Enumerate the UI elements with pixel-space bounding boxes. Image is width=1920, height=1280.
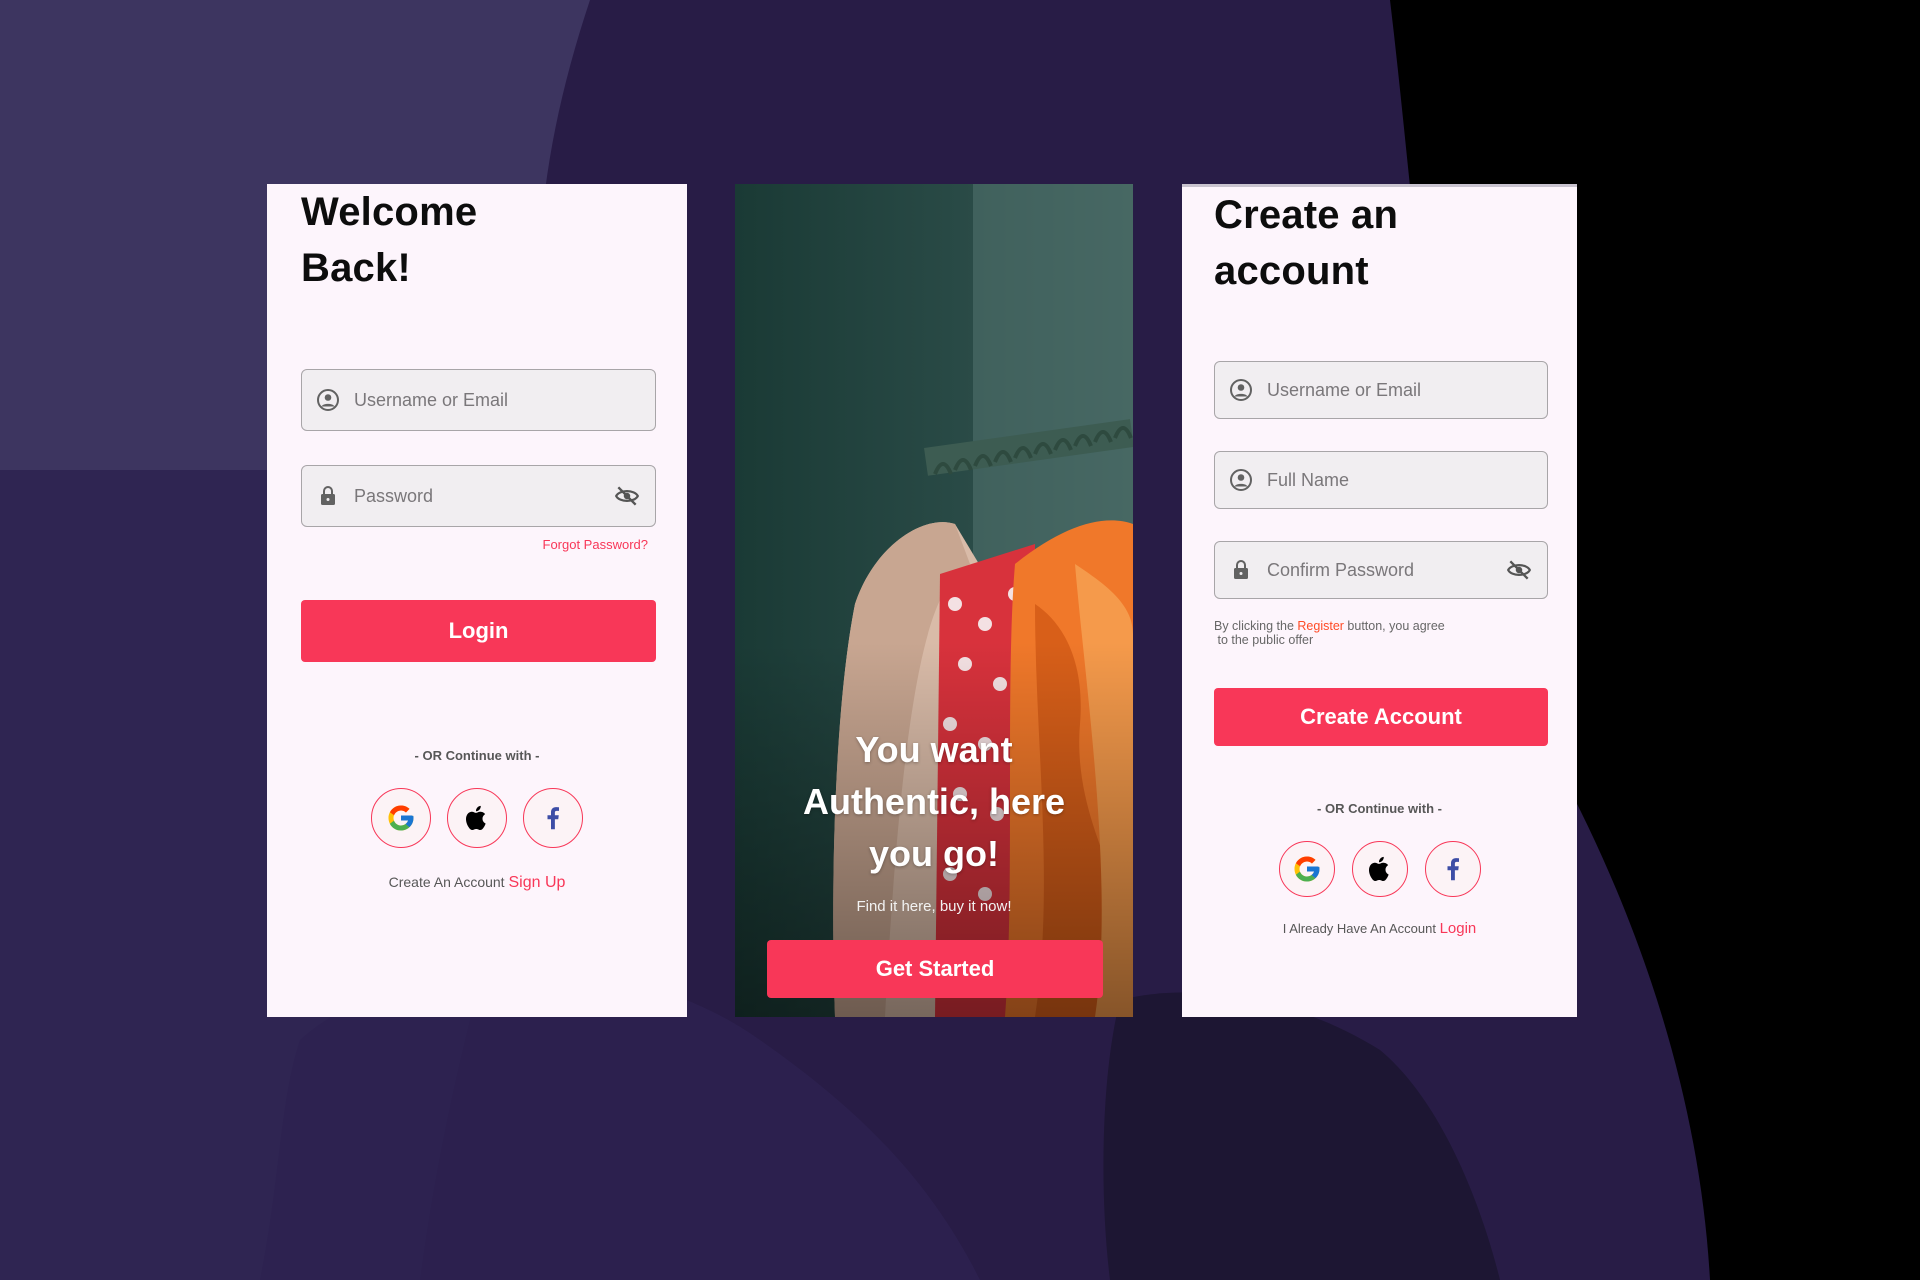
- fullname-input[interactable]: [1267, 452, 1547, 508]
- confirm-password-input[interactable]: [1267, 542, 1505, 598]
- terms-text-pre: By clicking the: [1214, 619, 1294, 633]
- confirm-password-field[interactable]: [1214, 541, 1548, 599]
- signup-prompt: Create An Account Sign Up: [267, 874, 687, 892]
- or-continue-label: - OR Continue with -: [414, 748, 540, 763]
- signup-prompt-text: Create An Account: [388, 874, 505, 890]
- social-login-group: [267, 788, 687, 848]
- apple-button[interactable]: [1351, 841, 1408, 897]
- eye-off-icon[interactable]: [1505, 556, 1533, 584]
- hero-line-3: you go!: [869, 833, 999, 874]
- google-icon: [1294, 856, 1319, 882]
- facebook-button[interactable]: [523, 788, 583, 848]
- create-account-button[interactable]: Create Account: [1214, 688, 1548, 746]
- login-prompt-text: I Already Have An Account: [1282, 921, 1436, 936]
- user-icon: [316, 388, 340, 412]
- lock-icon: [316, 484, 340, 508]
- lock-icon: [1229, 558, 1253, 582]
- get-started-button[interactable]: Get Started: [767, 940, 1103, 998]
- signup-link[interactable]: Sign Up: [508, 874, 565, 891]
- terms-text-line2: to the public offer: [1217, 633, 1314, 647]
- google-button[interactable]: [371, 788, 431, 848]
- password-field[interactable]: [301, 465, 656, 527]
- username-field[interactable]: [301, 369, 656, 431]
- title-line-1: Welcome: [301, 190, 478, 234]
- username-input[interactable]: [1267, 362, 1547, 418]
- login-link[interactable]: Login: [1440, 920, 1477, 937]
- hero-subtitle: Find it here, buy it now!: [856, 898, 1012, 915]
- apple-icon: [1368, 856, 1389, 882]
- user-icon: [1229, 468, 1253, 492]
- facebook-button[interactable]: [1424, 841, 1481, 897]
- or-continue-label: - OR Continue with -: [1317, 801, 1442, 816]
- register-screen: Create an account By clicking the Regist…: [1182, 184, 1577, 1017]
- terms-notice: By clicking the Register button, you agr…: [1214, 619, 1474, 647]
- facebook-icon: [1447, 858, 1459, 881]
- register-link[interactable]: Register: [1297, 619, 1344, 633]
- page-title: Create an account: [1214, 187, 1398, 299]
- title-line-2: account: [1214, 249, 1369, 293]
- title-line-1: Create an: [1214, 193, 1399, 237]
- apple-icon: [466, 805, 486, 831]
- hero-headline: You want Authentic, here you go!: [735, 724, 1133, 880]
- eye-off-icon[interactable]: [613, 482, 641, 510]
- login-screen: Welcome Back! Forgot Password? Login - O…: [267, 184, 687, 1017]
- login-button[interactable]: Login: [301, 600, 656, 662]
- google-button[interactable]: [1278, 841, 1335, 897]
- google-icon: [388, 805, 414, 831]
- social-login-group: [1182, 841, 1577, 897]
- facebook-icon: [547, 807, 559, 830]
- apple-button[interactable]: [447, 788, 507, 848]
- page-title: Welcome Back!: [301, 184, 477, 296]
- user-icon: [1229, 378, 1253, 402]
- login-prompt: I Already Have An Account Login: [1182, 920, 1577, 937]
- hero-line-2: Authentic, here: [802, 781, 1066, 822]
- username-field[interactable]: [1214, 361, 1548, 419]
- forgot-password-link[interactable]: Forgot Password?: [543, 537, 649, 552]
- password-input[interactable]: [354, 466, 613, 526]
- clothing-rack-image: [735, 184, 1133, 1017]
- title-line-2: Back!: [301, 246, 411, 290]
- hero-line-1: You want: [855, 729, 1013, 770]
- fullname-field[interactable]: [1214, 451, 1548, 509]
- onboarding-screen: You want Authentic, here you go! Find it…: [735, 184, 1133, 1017]
- username-input[interactable]: [354, 370, 655, 430]
- terms-text-post: button, you agree: [1347, 619, 1445, 633]
